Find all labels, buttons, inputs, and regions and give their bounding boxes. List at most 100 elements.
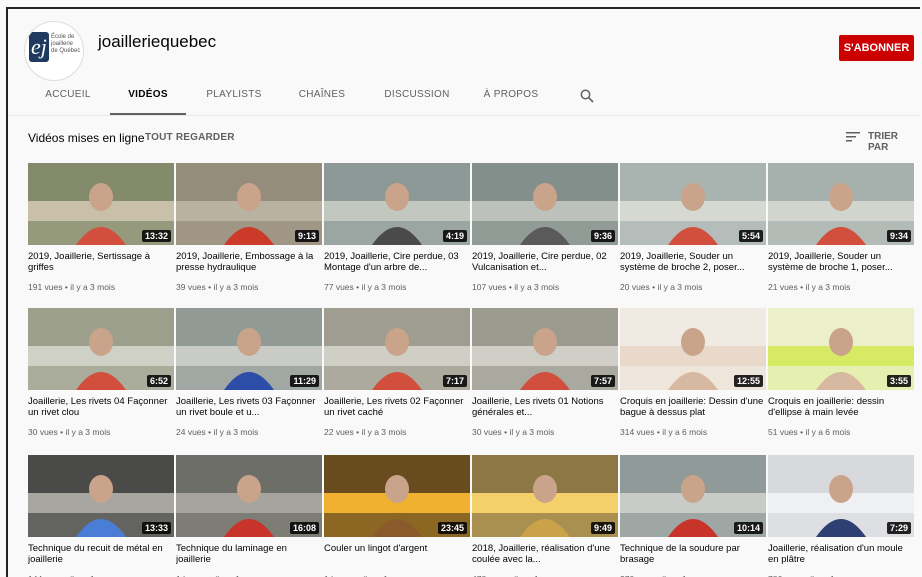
- video-duration: 7:29: [886, 522, 911, 534]
- video-meta: 22 vues • il y a 3 mois: [324, 427, 407, 437]
- video-card[interactable]: 13:33 Technique du recuit de métal en joa…: [28, 455, 174, 577]
- avatar-text: École de joaillerie de Québec: [51, 34, 81, 54]
- header-divider: [8, 115, 920, 116]
- video-title[interactable]: Joaillerie, Les rivets 04 Façonner un ri…: [28, 396, 174, 418]
- video-duration: 12:55: [733, 375, 763, 387]
- video-title[interactable]: Technique du laminage en joaillerie: [176, 543, 322, 565]
- video-title[interactable]: 2019, Joaillerie, Souder un système de b…: [620, 251, 766, 273]
- video-meta: 77 vues • il y a 3 mois: [324, 282, 407, 292]
- video-duration: 10:14: [733, 522, 763, 534]
- video-thumbnail[interactable]: 11:29: [176, 308, 322, 390]
- video-meta: 191 vues • il y a 3 mois: [28, 282, 116, 292]
- video-thumbnail[interactable]: 7:29: [768, 455, 914, 537]
- video-thumbnail[interactable]: 3:55: [768, 308, 914, 390]
- video-duration: 13:32: [141, 230, 171, 242]
- video-meta: 314 vues • il y a 6 mois: [620, 427, 708, 437]
- video-duration: 7:17: [442, 375, 467, 387]
- video-card[interactable]: 13:32 2019, Joaillerie, Sertissage à grif…: [28, 163, 174, 303]
- video-card[interactable]: 23:45Couler un lingot d'argent1 k vues •…: [324, 455, 470, 577]
- video-card[interactable]: 7:17 Joaillerie, Les rivets 02 Façonner u…: [324, 308, 470, 448]
- video-thumbnail[interactable]: 4:19: [324, 163, 470, 245]
- video-card[interactable]: 5:54 2019, Joaillerie, Souder un système …: [620, 163, 766, 303]
- video-card[interactable]: 7:29 Joaillerie, réalisation d'un moule e…: [768, 455, 914, 577]
- video-card[interactable]: 10:14 Technique de la soudure par brasage…: [620, 455, 766, 577]
- video-duration: 23:45: [437, 522, 467, 534]
- logo-mark-icon: ej: [29, 32, 49, 62]
- video-meta: 107 vues • il y a 3 mois: [472, 282, 560, 292]
- sort-icon[interactable]: [846, 132, 860, 142]
- search-icon[interactable]: [580, 89, 594, 103]
- video-thumbnail[interactable]: 9:34: [768, 163, 914, 245]
- video-duration: 4:19: [442, 230, 467, 242]
- video-title[interactable]: Joaillerie, Les rivets 02 Façonner un ri…: [324, 396, 470, 418]
- channel-header: ej École de joaillerie de Québec joaille…: [8, 9, 920, 115]
- sort-button[interactable]: TRIER PAR: [868, 131, 920, 153]
- video-thumbnail[interactable]: 5:54: [620, 163, 766, 245]
- video-title[interactable]: 2019, Joaillerie, Sertissage à griffes: [28, 251, 174, 273]
- see-all-link[interactable]: TOUT REGARDER: [145, 132, 235, 143]
- video-meta: 24 vues • il y a 3 mois: [176, 427, 259, 437]
- video-thumbnail[interactable]: 10:14: [620, 455, 766, 537]
- section-title: Vidéos mises en ligne: [28, 131, 145, 145]
- tab-a-propos[interactable]: À PROPOS: [474, 81, 548, 115]
- video-meta: 39 vues • il y a 3 mois: [176, 282, 259, 292]
- video-thumbnail[interactable]: 9:36: [472, 163, 618, 245]
- video-title[interactable]: 2018, Joaillerie, réalisation d'une coul…: [472, 543, 618, 565]
- video-thumbnail[interactable]: 9:49: [472, 455, 618, 537]
- video-title[interactable]: Joaillerie, Les rivets 03 Façonner un ri…: [176, 396, 322, 418]
- video-card[interactable]: 9:13 2019, Joaillerie, Embossage à la pre…: [176, 163, 322, 303]
- video-meta: 21 vues • il y a 3 mois: [768, 282, 851, 292]
- tab-discussion[interactable]: DISCUSSION: [372, 81, 462, 115]
- youtube-channel-page: ej École de joaillerie de Québec joaille…: [6, 7, 920, 577]
- video-meta: 30 vues • il y a 3 mois: [28, 427, 111, 437]
- video-thumbnail[interactable]: 7:17: [324, 308, 470, 390]
- video-meta: 30 vues • il y a 3 mois: [472, 427, 555, 437]
- video-card[interactable]: 3:55 Croquis en joaillerie: dessin d'elli…: [768, 308, 914, 448]
- tab-accueil[interactable]: ACCUEIL: [28, 81, 108, 115]
- video-card[interactable]: 9:36 2019, Joaillerie, Cire perdue, 02 Vu…: [472, 163, 618, 303]
- video-duration: 7:57: [590, 375, 615, 387]
- video-duration: 13:33: [141, 522, 171, 534]
- video-duration: 9:36: [590, 230, 615, 242]
- video-duration: 9:34: [886, 230, 911, 242]
- video-thumbnail[interactable]: 6:52: [28, 308, 174, 390]
- video-meta: 51 vues • il y a 6 mois: [768, 427, 851, 437]
- video-title[interactable]: Croquis en joaillerie: Dessin d'une bagu…: [620, 396, 766, 418]
- tab-chaines[interactable]: CHAÎNES: [284, 81, 360, 115]
- video-card[interactable]: 9:34 2019, Joaillerie, Souder un système …: [768, 163, 914, 303]
- video-title[interactable]: Couler un lingot d'argent: [324, 543, 470, 565]
- video-card[interactable]: 11:29 Joaillerie, Les rivets 03 Façonner …: [176, 308, 322, 448]
- video-thumbnail[interactable]: 13:33: [28, 455, 174, 537]
- video-card[interactable]: 16:08 Technique du laminage en joaillerie…: [176, 455, 322, 577]
- video-thumbnail[interactable]: 13:32: [28, 163, 174, 245]
- video-card[interactable]: 12:55 Croquis en joaillerie: Dessin d'une…: [620, 308, 766, 448]
- tab-playlists[interactable]: PLAYLISTS: [194, 81, 274, 115]
- video-title[interactable]: 2019, Joaillerie, Cire perdue, 03 Montag…: [324, 251, 470, 273]
- channel-name: joailleriequebec: [98, 32, 217, 51]
- video-card[interactable]: 4:19 2019, Joaillerie, Cire perdue, 03 Mo…: [324, 163, 470, 303]
- video-duration: 16:08: [289, 522, 319, 534]
- video-title[interactable]: 2019, Joaillerie, Cire perdue, 02 Vulcan…: [472, 251, 618, 273]
- video-title[interactable]: Joaillerie, Les rivets 01 Notions généra…: [472, 396, 618, 418]
- subscribe-button[interactable]: S'ABONNER: [839, 35, 914, 61]
- channel-avatar[interactable]: ej École de joaillerie de Québec: [24, 21, 84, 81]
- tab-videos[interactable]: VIDÉOS: [110, 81, 186, 115]
- video-meta: 20 vues • il y a 3 mois: [620, 282, 703, 292]
- video-duration: 9:13: [294, 230, 319, 242]
- video-thumbnail[interactable]: 7:57: [472, 308, 618, 390]
- video-title[interactable]: 2019, Joaillerie, Souder un système de b…: [768, 251, 914, 273]
- video-thumbnail[interactable]: 23:45: [324, 455, 470, 537]
- video-title[interactable]: 2019, Joaillerie, Embossage à la presse …: [176, 251, 322, 273]
- video-duration: 5:54: [738, 230, 763, 242]
- video-title[interactable]: Technique de la soudure par brasage: [620, 543, 766, 565]
- video-thumbnail[interactable]: 9:13: [176, 163, 322, 245]
- channel-tabs: ACCUEIL VIDÉOS PLAYLISTS CHAÎNES DISCUSS…: [8, 81, 920, 115]
- video-thumbnail[interactable]: 16:08: [176, 455, 322, 537]
- video-card[interactable]: 7:57 Joaillerie, Les rivets 01 Notions gé…: [472, 308, 618, 448]
- video-title[interactable]: Joaillerie, réalisation d'un moule en pl…: [768, 543, 914, 565]
- video-card[interactable]: 9:49 2018, Joaillerie, réalisation d'une …: [472, 455, 618, 577]
- video-card[interactable]: 6:52 Joaillerie, Les rivets 04 Façonner u…: [28, 308, 174, 448]
- video-thumbnail[interactable]: 12:55: [620, 308, 766, 390]
- video-title[interactable]: Technique du recuit de métal en joailler…: [28, 543, 174, 565]
- video-title[interactable]: Croquis en joaillerie: dessin d'ellipse …: [768, 396, 914, 418]
